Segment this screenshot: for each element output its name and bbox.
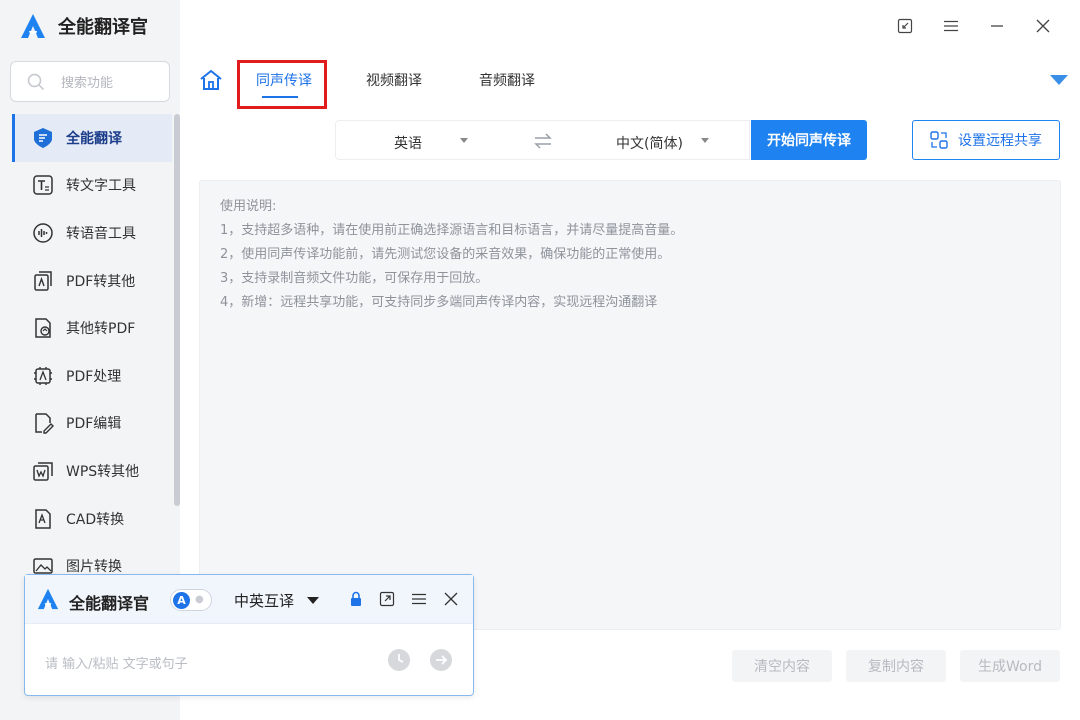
arrow-right-icon (436, 655, 448, 665)
close-icon[interactable] (443, 591, 459, 607)
sidebar-item-text-tool[interactable]: 转文字工具 (12, 162, 172, 210)
instructions-heading: 使用说明: (220, 199, 277, 214)
minimize-icon (991, 25, 1003, 27)
source-dropdown-icon[interactable] (460, 138, 468, 143)
collapse-arrow-icon[interactable] (1049, 74, 1069, 86)
mode-dropdown-icon[interactable] (307, 597, 319, 604)
voice-tool-icon (32, 222, 54, 244)
sidebar-item-label: PDF转其他 (66, 273, 136, 290)
sidebar-item-label: PDF处理 (66, 368, 122, 385)
mini-text-input[interactable]: 请 输入/粘贴 文字或句子 (45, 653, 188, 672)
copy-content-button[interactable]: 复制内容 (846, 650, 946, 682)
mini-mode-select[interactable]: 中英互译 (234, 590, 294, 611)
sidebar-item-wps-to-other[interactable]: WPS转其他 (12, 447, 172, 495)
cad-icon (32, 508, 54, 530)
wps-convert-icon (32, 460, 54, 482)
mini-translator-window[interactable]: 全能翻译官 A ● 中英互译 请 输入/粘贴 文字或句子 (24, 574, 474, 696)
home-icon[interactable] (199, 69, 223, 91)
microphone-icon: ● (195, 594, 204, 605)
sidebar-scrollbar[interactable] (174, 114, 180, 506)
source-language-select[interactable]: 英语 (394, 133, 422, 153)
sidebar-item-label: 转语音工具 (66, 225, 136, 242)
mini-mode-toggle[interactable]: A ● (170, 589, 212, 611)
sidebar-item-cad[interactable]: CAD转换 (12, 495, 172, 543)
instruction-line: 1，支持超多语种，请在使用前正确选择源语言和目标语言，并请尽量提高音量。 (220, 223, 684, 238)
clear-content-button[interactable]: 清空内容 (732, 650, 832, 682)
sidebar-item-label: 转文字工具 (66, 178, 136, 195)
close-button[interactable] (1020, 16, 1066, 36)
remote-share-label: 设置远程共享 (958, 133, 1042, 149)
search-icon (27, 73, 45, 90)
lock-icon[interactable] (348, 591, 364, 607)
sidebar-item-label: WPS转其他 (66, 463, 140, 480)
instructions-panel[interactable]: 使用说明: 1，支持超多语种，请在使用前正确选择源语言和目标语言，并请尽量提高音… (199, 180, 1061, 630)
language-bar: 英语 中文(简体) (335, 120, 750, 160)
instruction-line: 3，支持录制音频文件功能，可保存用于回放。 (220, 271, 489, 286)
sidebar-item-pdf-edit[interactable]: PDF编辑 (12, 400, 172, 448)
pdf-edit-icon (32, 412, 54, 435)
instruction-line: 4，新增：远程共享功能，可支持同步多端同声传译内容，实现远程沟通翻译 (220, 295, 658, 310)
menu-button[interactable] (928, 16, 974, 36)
history-button[interactable] (388, 649, 410, 671)
sidebar-item-pdf-to-other[interactable]: PDF转其他 (12, 257, 172, 305)
text-tool-icon (32, 174, 54, 196)
mini-logo-icon (37, 588, 59, 610)
sidebar-item-other-to-pdf[interactable]: 其他转PDF (12, 304, 172, 352)
target-dropdown-icon[interactable] (701, 138, 709, 143)
generate-word-button[interactable]: 生成Word (960, 650, 1060, 682)
translate-shield-icon (32, 127, 54, 149)
shrink-icon (897, 18, 913, 34)
sidebar-item-label: PDF编辑 (66, 416, 122, 433)
window-controls (882, 16, 1066, 36)
clock-icon (398, 654, 404, 663)
search-input[interactable]: 搜索功能 (10, 61, 170, 102)
minimize-button[interactable] (974, 16, 1020, 36)
tab-audio-translate[interactable]: 音频翻译 (479, 70, 535, 90)
highlight-box (237, 60, 327, 109)
mini-title: 全能翻译官 (69, 594, 150, 613)
sidebar-item-all-translate[interactable]: 全能翻译 (12, 114, 172, 162)
instruction-line: 2，使用同声传译功能前，请先测试您设备的采音效果，确保功能的正常使用。 (220, 247, 671, 262)
menu-icon[interactable] (411, 591, 427, 607)
pdf-convert-icon (32, 270, 54, 292)
remote-share-icon (930, 131, 948, 149)
close-icon (1036, 19, 1050, 33)
target-language-select[interactable]: 中文(简体) (616, 133, 683, 153)
tab-video-translate[interactable]: 视频翻译 (366, 70, 422, 90)
app-logo-icon (21, 14, 45, 38)
remote-share-button[interactable]: 设置远程共享 (912, 120, 1060, 160)
sidebar-item-voice-tool[interactable]: 转语音工具 (12, 209, 172, 257)
start-interpretation-button[interactable]: 开始同声传译 (751, 120, 867, 160)
to-pdf-icon (32, 317, 54, 339)
sidebar-item-label: 全能翻译 (66, 130, 122, 147)
sidebar-item-label: 其他转PDF (66, 321, 136, 338)
expand-icon[interactable] (379, 591, 395, 607)
menu-icon (944, 20, 958, 32)
search-placeholder: 搜索功能 (61, 76, 114, 91)
sidebar-item-pdf-process[interactable]: PDF处理 (12, 352, 172, 400)
pdf-process-icon (32, 365, 54, 387)
translate-submit-button[interactable] (430, 649, 452, 671)
toggle-knob: A (173, 592, 190, 609)
swap-icon[interactable] (533, 133, 553, 149)
app-title: 全能翻译官 (58, 17, 148, 38)
mini-header[interactable]: 全能翻译官 A ● 中英互译 (25, 575, 473, 624)
sidebar-item-label: CAD转换 (66, 511, 125, 528)
mini-mode-button[interactable] (882, 16, 928, 36)
app-logo: 全能翻译官 (20, 10, 148, 42)
sidebar-nav: 全能翻译 转文字工具 转语音工具 PDF转其他 其他转PDF PDF处理 PDF… (12, 114, 172, 590)
